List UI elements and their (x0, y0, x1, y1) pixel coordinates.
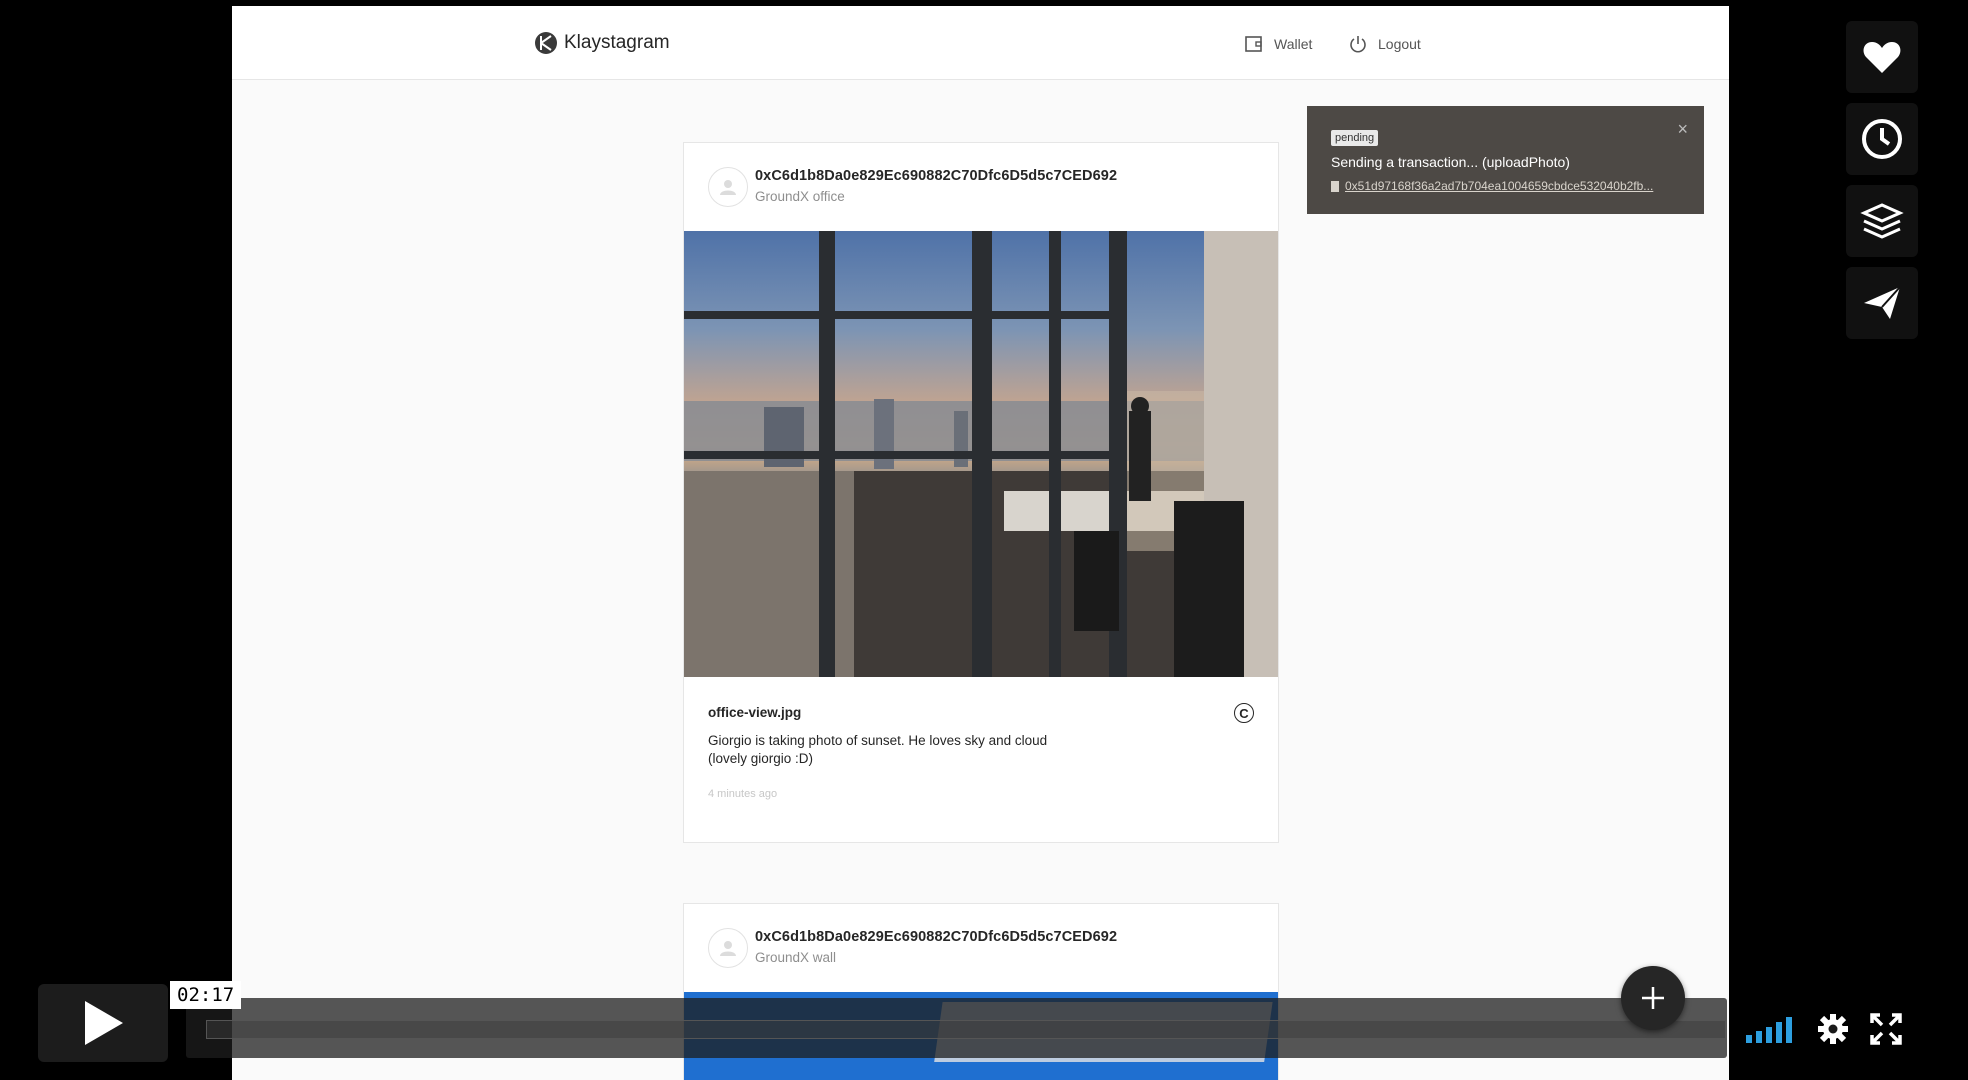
status-badge: pending (1331, 130, 1379, 146)
avatar (708, 928, 748, 968)
feed-photo (684, 231, 1278, 677)
app-header: Klaystagram Wallet Logout (232, 6, 1729, 80)
file-name: office-view.jpg (708, 705, 802, 720)
description-line: Giorgio is taking photo of sunset. He lo… (708, 733, 1048, 748)
owner-address: 0xC6d1b8Da0e829Ec690882C70Dfc6D5d5c7CED6… (755, 168, 1118, 184)
heart-icon (1863, 42, 1901, 73)
like-button[interactable] (1846, 21, 1918, 93)
close-icon[interactable]: × (1677, 120, 1688, 138)
klaytn-logo-icon (535, 32, 557, 54)
app-screen: Klaystagram Wallet Logout 0xC6d1b8Da0e82… (232, 6, 1729, 1080)
volume-bar (1786, 1017, 1792, 1043)
photo-location: GroundX wall (755, 950, 837, 965)
watch-later-button[interactable] (1846, 103, 1918, 175)
collections-button[interactable] (1846, 185, 1918, 257)
wallet-link[interactable]: Wallet (1244, 34, 1312, 54)
brand-logo[interactable]: Klaystagram (534, 31, 670, 55)
volume-bar (1746, 1035, 1752, 1043)
owner-address: 0xC6d1b8Da0e829Ec690882C70Dfc6D5d5c7CED6… (755, 929, 1118, 945)
logout-link[interactable]: Logout (1348, 34, 1421, 54)
send-icon (1864, 286, 1901, 319)
volume-bar (1776, 1022, 1782, 1043)
tx-hash-link[interactable]: 0x51d97168f36a2ad7b704ea1004659cbdce5320… (1345, 179, 1653, 193)
office-view-photo (684, 231, 1278, 677)
current-time: 02:17 (170, 981, 242, 1009)
description-line: (lovely giorgio :D) (708, 751, 814, 766)
volume-bar (1756, 1031, 1762, 1043)
share-button[interactable] (1846, 267, 1918, 339)
power-icon (1350, 36, 1366, 53)
card-header: 0xC6d1b8Da0e829Ec690882C70Dfc6D5d5c7CED6… (684, 904, 1278, 992)
card-body: office-view.jpg Giorgio is taking photo … (684, 677, 1278, 842)
add-photo-button[interactable] (1621, 966, 1685, 1030)
play-button[interactable] (38, 984, 168, 1062)
tx-hash-row: 0x51d97168f36a2ad7b704ea1004659cbdce5320… (1331, 179, 1653, 193)
copyright-icon[interactable]: C (1234, 703, 1254, 723)
logout-label: Logout (1378, 36, 1421, 52)
layers-icon (1860, 203, 1904, 239)
feed-card: 0xC6d1b8Da0e829Ec690882C70Dfc6D5d5c7CED6… (683, 142, 1279, 843)
wallet-icon (1245, 36, 1262, 52)
photo-description: Giorgio is taking photo of sunset. He lo… (708, 732, 1108, 768)
card-header: 0xC6d1b8Da0e829Ec690882C70Dfc6D5d5c7CED6… (684, 143, 1278, 231)
post-time: 4 minutes ago (708, 788, 778, 800)
user-icon (720, 941, 736, 956)
transaction-toast: pending Sending a transaction... (upload… (1307, 106, 1704, 214)
clock-icon (1862, 119, 1902, 159)
brand-name: Klaystagram (564, 32, 670, 53)
wallet-label: Wallet (1274, 36, 1313, 52)
plus-icon (1642, 987, 1664, 1009)
toast-message: Sending a transaction... (uploadPhoto) (1331, 154, 1570, 170)
avatar (708, 167, 748, 207)
user-icon (720, 180, 736, 195)
volume-control[interactable] (1746, 1015, 1792, 1043)
volume-bar (1766, 1027, 1772, 1043)
progress-bar[interactable] (206, 1020, 1726, 1039)
photo-location: GroundX office (755, 189, 845, 204)
play-icon (85, 1001, 123, 1045)
fullscreen-icon[interactable] (1868, 1011, 1904, 1047)
settings-icon[interactable] (1815, 1011, 1851, 1047)
document-icon (1331, 180, 1339, 192)
